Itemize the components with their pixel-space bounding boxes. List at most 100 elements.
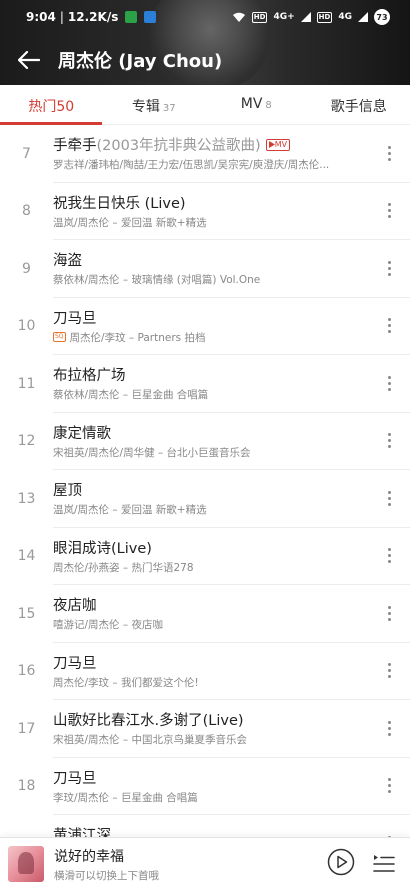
more-options-button[interactable]	[382, 371, 396, 395]
song-title-line: 手牵手 (2003年抗非典公益歌曲) MV	[53, 134, 291, 155]
song-index: 7	[22, 145, 31, 162]
more-options-button[interactable]	[382, 659, 396, 683]
song-row[interactable]: 8 祝我生日快乐 (Live) 温岚/周杰伦 – 爱回温 新歌+精选	[0, 183, 410, 240]
now-playing-title: 说好的幸福	[54, 849, 124, 865]
tab-mv[interactable]: MV 8	[205, 85, 308, 124]
song-index: 18	[17, 778, 36, 795]
song-index: 17	[17, 720, 36, 737]
tab-count: 37	[162, 103, 176, 114]
tab-bar: 热门 50 专辑 37 MV 8 歌手信息	[0, 85, 410, 125]
more-options-button[interactable]	[382, 716, 396, 740]
song-title: 祝我生日快乐 (Live)	[53, 195, 186, 212]
hd-icon: HD	[251, 11, 268, 23]
song-index: 15	[17, 605, 36, 622]
song-title: 康定情歌	[53, 425, 111, 442]
song-row[interactable]: 7 手牵手 (2003年抗非典公益歌曲) MV 罗志祥/潘玮柏/陶喆/王力宏/伍思…	[0, 125, 410, 183]
tab-label: 歌手信息	[330, 99, 387, 115]
song-title: 夜店咖	[53, 598, 97, 614]
song-row[interactable]: 9 海盗 蔡依林/周杰伦 – 玻璃情缘 (对唱篇) Vol.One	[0, 240, 410, 298]
more-options-button[interactable]	[382, 486, 396, 510]
tab-label: MV	[240, 96, 263, 112]
song-index: 9	[22, 260, 31, 277]
song-title: 山歌好比春江水.多谢了(Live)	[53, 713, 244, 729]
more-options-button[interactable]	[382, 429, 396, 453]
notification-app-icon	[144, 11, 157, 23]
arrow-left-icon	[18, 51, 40, 69]
more-options-button[interactable]	[382, 544, 396, 568]
screen: 9:04 | 12.2K/s HD 4G+ HD 4G 73 周杰伦 (Jay …	[0, 0, 410, 889]
song-title-note: (2003年抗非典公益歌曲)	[96, 138, 261, 154]
play-button[interactable]	[327, 848, 355, 876]
more-options-button[interactable]	[382, 601, 396, 625]
playlist-icon[interactable]	[372, 851, 396, 875]
song-index: 10	[17, 318, 36, 335]
artist-header: 9:04 | 12.2K/s HD 4G+ HD 4G 73 周杰伦 (Jay …	[0, 0, 410, 85]
song-artists: 嘻游记/周杰伦 – 夜店咖	[53, 619, 163, 631]
song-artists: 宋祖英/周杰伦 – 中国北京鸟巢夏季音乐会	[53, 734, 247, 746]
song-artists: 蔡依林/周杰伦 – 巨星金曲 合唱篇	[53, 389, 209, 401]
more-options-button[interactable]	[382, 256, 396, 280]
network-label: 4G+	[273, 12, 295, 22]
song-artists: 李玟/周杰伦 – 巨星金曲 合唱篇	[53, 791, 198, 804]
more-options-button[interactable]	[382, 314, 396, 338]
song-artists: 周杰伦/李玟 – Partners 拍档	[69, 331, 206, 344]
tab-hot[interactable]: 热门 50	[0, 85, 103, 124]
mini-player[interactable]: 说好的幸福 横滑可以切换上下首哦	[0, 837, 410, 889]
mv-badge-label: MV	[274, 139, 288, 149]
song-index: 11	[17, 375, 36, 392]
song-list: 7 手牵手 (2003年抗非典公益歌曲) MV 罗志祥/潘玮柏/陶喆/王力宏/伍思…	[0, 125, 410, 873]
song-artists-line: SQ 周杰伦/李玟 – Partners 拍档	[53, 330, 205, 345]
notification-app-icon	[125, 11, 138, 23]
nav-bar: 周杰伦 (Jay Chou)	[0, 42, 410, 78]
song-row[interactable]: 12 康定情歌 宋祖英/周杰伦/周华健 – 台北小巨蛋音乐会	[0, 413, 410, 470]
tab-count: 50	[56, 99, 75, 115]
more-options-button[interactable]	[382, 199, 396, 223]
song-row[interactable]: 10 刀马旦 SQ 周杰伦/李玟 – Partners 拍档	[0, 298, 410, 355]
song-index: 12	[17, 433, 36, 450]
song-artists: 温岚/周杰伦 – 爱回温 新歌+精选	[53, 216, 207, 229]
song-row[interactable]: 11 布拉格广场 蔡依林/周杰伦 – 巨星金曲 合唱篇	[0, 355, 410, 413]
song-title: 刀马旦	[53, 655, 97, 672]
song-title: 布拉格广场	[53, 368, 126, 384]
song-title: 眼泪成诗(Live)	[53, 540, 152, 557]
song-title: 刀马旦	[53, 770, 97, 787]
status-time: 9:04	[26, 10, 56, 24]
song-artists: 温岚/周杰伦 – 爱回温 新歌+精选	[53, 504, 207, 516]
page-title: 周杰伦 (Jay Chou)	[58, 51, 223, 72]
tab-albums[interactable]: 专辑 37	[103, 85, 206, 124]
back-button[interactable]	[0, 42, 58, 78]
status-bar: 9:04 | 12.2K/s HD 4G+ HD 4G 73	[0, 0, 410, 34]
mv-badge[interactable]: MV	[265, 138, 291, 151]
song-artists: 周杰伦/孙燕姿 – 热门华语278	[53, 561, 194, 574]
more-options-button[interactable]	[382, 141, 396, 165]
song-title: 海盗	[53, 253, 82, 269]
tab-artist-info[interactable]: 歌手信息	[308, 85, 410, 124]
wifi-icon	[232, 12, 245, 22]
song-artists: 蔡依林/周杰伦 – 玻璃情缘 (对唱篇) Vol.One	[53, 274, 261, 286]
song-row[interactable]: 14 眼泪成诗(Live) 周杰伦/孙燕姿 – 热门华语278	[0, 528, 410, 585]
song-artists: 宋祖英/周杰伦/周华健 – 台北小巨蛋音乐会	[53, 446, 251, 459]
song-title: 屋顶	[53, 483, 82, 499]
song-row[interactable]: 16 刀马旦 周杰伦/李玟 – 我们都爱这个伦!	[0, 643, 410, 700]
song-title: 刀马旦	[53, 310, 97, 327]
song-artists: 罗志祥/潘玮柏/陶喆/王力宏/伍思凯/吴宗宪/庾澄庆/周杰伦...	[53, 159, 330, 171]
song-title: 手牵手	[53, 138, 97, 154]
song-row[interactable]: 15 夜店咖 嘻游记/周杰伦 – 夜店咖	[0, 585, 410, 643]
song-row[interactable]: 13 屋顶 温岚/周杰伦 – 爱回温 新歌+精选	[0, 470, 410, 528]
song-row[interactable]: 18 刀马旦 李玟/周杰伦 – 巨星金曲 合唱篇	[0, 758, 410, 815]
song-index: 16	[17, 663, 36, 680]
song-index: 8	[22, 203, 31, 220]
more-options-button[interactable]	[382, 774, 396, 798]
sq-badge: SQ	[53, 332, 66, 342]
battery-indicator: 73	[374, 9, 390, 25]
tab-label: 热门	[28, 99, 57, 115]
song-artists: 周杰伦/李玟 – 我们都爱这个伦!	[53, 676, 199, 689]
network-label: 4G	[338, 12, 352, 22]
status-speed: 12.2K/s	[67, 10, 119, 24]
song-index: 13	[17, 490, 36, 507]
now-playing-hint: 横滑可以切换上下首哦	[54, 870, 159, 882]
signal-icon	[300, 12, 311, 22]
song-row[interactable]: 17 山歌好比春江水.多谢了(Live) 宋祖英/周杰伦 – 中国北京鸟巢夏季音…	[0, 700, 410, 758]
song-index: 14	[17, 548, 36, 565]
album-cover[interactable]	[8, 846, 44, 882]
